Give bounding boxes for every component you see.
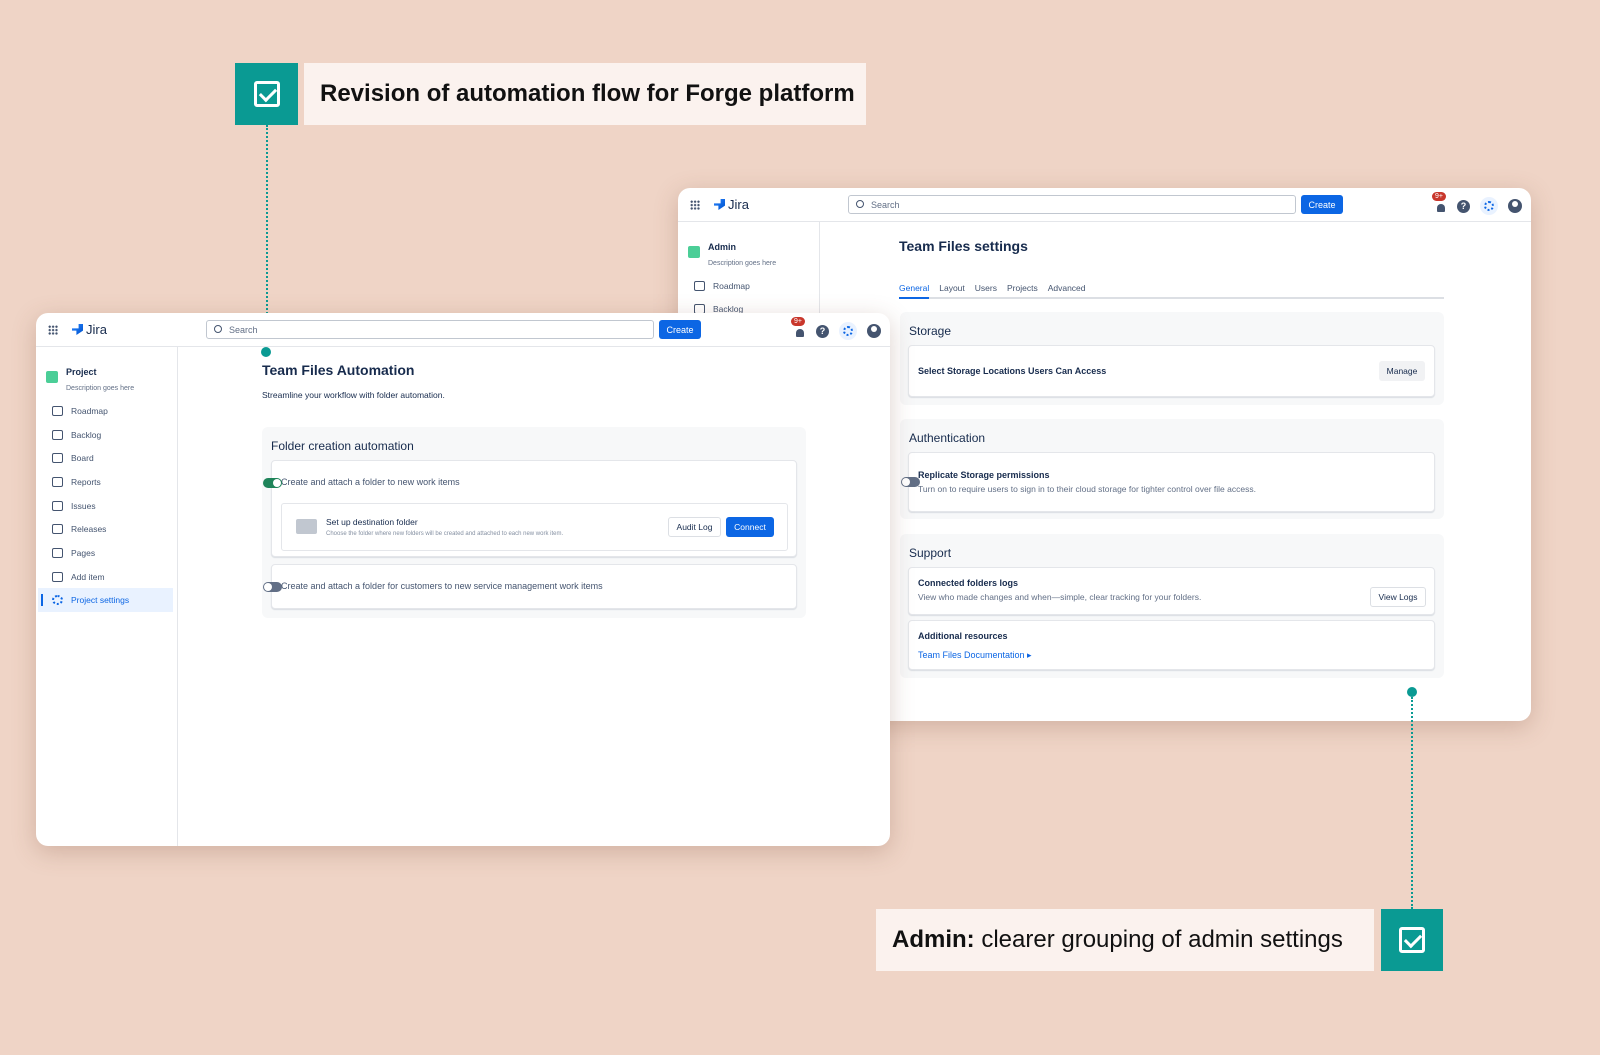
project-window: Jira Search Create 9+ ? Project Descripti… [36,313,890,846]
folder-unlinked-icon [296,519,317,534]
settings-icon[interactable] [1480,197,1498,215]
ship-icon [52,524,63,534]
tabs: General Layout Users Projects Advanced [899,283,1444,299]
page-icon [52,548,63,558]
checkbox-icon [235,63,298,125]
rule1-toggle[interactable] [263,478,282,488]
roadmap-icon [694,281,705,291]
sidebar-item-backlog[interactable]: Backlog [38,423,173,447]
sidebar-item-releases[interactable]: Releases [38,517,173,541]
connector-line [1411,697,1413,909]
project-icon [688,246,700,258]
help-icon[interactable]: ? [816,324,829,338]
sidebar-item-roadmap[interactable]: Roadmap [680,274,815,298]
settings-icon[interactable] [839,322,857,340]
add-item-icon [52,572,63,582]
notifications-icon[interactable]: 9+ [1432,192,1447,212]
sidebar-item-board[interactable]: Board [38,446,173,470]
storage-section: Storage Select Storage Locations Users C… [900,312,1444,405]
connect-button[interactable]: Connect [726,517,774,537]
sidebar-item-reports[interactable]: Reports [38,470,173,494]
audit-log-button[interactable]: Audit Log [668,517,721,537]
roadmap-icon [52,406,63,416]
board-icon [52,453,63,463]
sidebar-item-project-settings[interactable]: Project settings [38,588,173,612]
rule2-toggle[interactable] [263,582,282,592]
folder-automation-section: Folder creation automation Create and at… [262,427,806,618]
connector-dot [261,347,271,357]
search-input[interactable]: Search [848,195,1296,214]
support-section: Support Connected folders logs View who … [900,534,1444,678]
notifications-icon[interactable]: 9+ [791,317,806,337]
connector-dot [1407,687,1417,697]
jira-logo[interactable]: Jira [72,322,107,337]
tab-layout[interactable]: Layout [939,283,965,297]
page-title: Team Files settings [899,238,1028,254]
app-switcher-icon[interactable] [48,325,58,335]
authentication-section: Authentication Replicate Storage permiss… [900,419,1444,519]
avatar[interactable] [1508,199,1522,213]
chart-icon [52,477,63,487]
create-button[interactable]: Create [1301,195,1343,214]
sidebar-item-add-item[interactable]: Add item [38,565,173,589]
tab-general[interactable]: General [899,283,930,299]
tab-advanced[interactable]: Advanced [1048,283,1086,297]
sidebar-item-pages[interactable]: Pages [38,541,173,565]
gear-icon [52,595,63,605]
documentation-link[interactable]: Team Files Documentation ▸ [918,650,1032,661]
sidebar-item-roadmap[interactable]: Roadmap [38,399,173,423]
backlog-icon [52,430,63,440]
page-subtitle: Streamline your workflow with folder aut… [262,390,445,400]
view-logs-button[interactable]: View Logs [1370,587,1426,607]
tab-projects[interactable]: Projects [1007,283,1038,297]
avatar[interactable] [867,324,881,338]
jira-logo[interactable]: Jira [714,197,749,212]
app-switcher-icon[interactable] [690,200,700,210]
search-input[interactable]: Search [206,320,654,339]
tab-users[interactable]: Users [975,283,997,297]
issues-icon [52,501,63,511]
help-icon[interactable]: ? [1457,199,1470,213]
project-icon [46,371,58,383]
checkbox-icon [1381,909,1443,971]
callout-top: Revision of automation flow for Forge pl… [304,63,866,125]
manage-button[interactable]: Manage [1379,361,1425,381]
callout-bottom: Admin: clearer grouping of admin setting… [876,909,1374,971]
create-button[interactable]: Create [659,320,701,339]
page-title: Team Files Automation [262,362,415,378]
replicate-permissions-toggle[interactable] [901,477,920,487]
sidebar-item-issues[interactable]: Issues [38,494,173,518]
